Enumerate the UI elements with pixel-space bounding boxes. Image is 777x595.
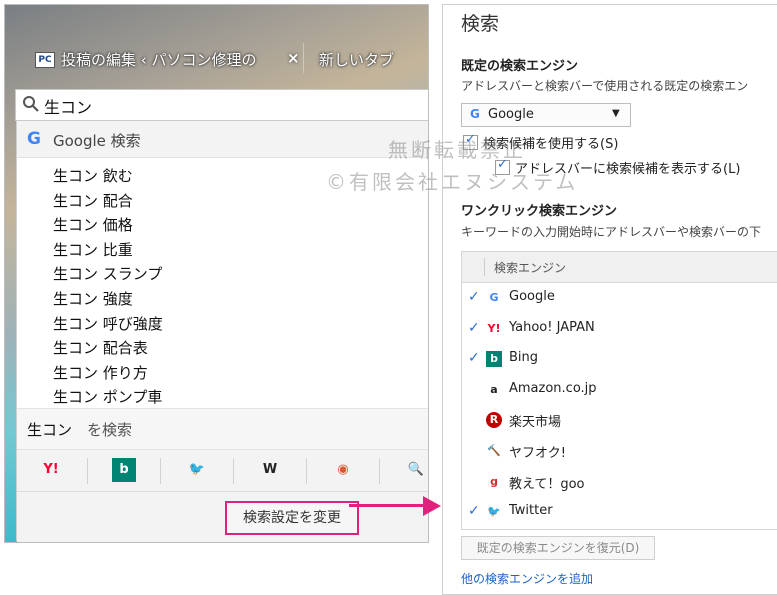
column-header-engine[interactable]: 検索エンジン [494, 259, 566, 276]
engine-row[interactable]: g 教えて！goo [462, 468, 777, 498]
engine-name: Yahoo! JAPAN [509, 319, 595, 335]
change-settings-bar: 検索設定を変更 [17, 491, 428, 542]
engine-logo-icon: g [490, 474, 498, 488]
engine-row[interactable]: 🔨 ヤフオク! [462, 437, 777, 467]
duckduckgo-icon[interactable]: ◉ [331, 458, 355, 482]
watermark-line-1: 無断転載禁止 [388, 138, 526, 162]
search-engine-icon[interactable]: 🔍 [404, 458, 428, 482]
google-search-label: Google 検索 [53, 132, 141, 150]
default-engine-value: Google [488, 107, 534, 122]
pc-favicon-icon: PC [35, 52, 55, 68]
google-logo-icon: G [27, 129, 41, 149]
suggestion-item[interactable]: 生コン 強度 [53, 288, 133, 309]
suggestion-item[interactable]: 生コン 作り方 [53, 362, 148, 383]
engine-row[interactable]: ✓ G Google [462, 284, 777, 314]
engine-row[interactable]: ✓ 🐦 Twitter [462, 498, 777, 528]
engine-checked-icon[interactable]: ✓ [468, 350, 480, 366]
wikipedia-icon[interactable]: W [258, 458, 282, 482]
close-tab-icon[interactable]: × [287, 49, 300, 67]
search-for-suffix: を検索 [87, 421, 133, 439]
suggestion-item[interactable]: 生コン ポンプ車 [53, 386, 162, 407]
suggestion-item[interactable]: 生コン 配合 [53, 190, 133, 211]
engine-logo-icon: G [489, 291, 499, 304]
engine-separator [160, 458, 161, 484]
twitter-icon[interactable]: 🐦 [185, 458, 209, 482]
engine-separator [306, 458, 307, 484]
engine-logo-icon: 🔨 [487, 444, 501, 457]
engine-name: Twitter [509, 503, 553, 519]
engine-name: 楽天市場 [509, 415, 562, 431]
address-input-value[interactable]: 生コン [44, 94, 92, 118]
engine-checked-icon[interactable]: ✓ [468, 320, 480, 336]
engine-logo-icon: a [490, 382, 498, 396]
one-click-engine-bar: Y! b 🐦 W ◉ 🔍 [17, 449, 428, 492]
address-bar[interactable]: 生コン [15, 89, 428, 121]
search-icon [23, 96, 39, 112]
google-search-row[interactable]: G Google 検索 [17, 121, 428, 158]
add-more-engines-link[interactable]: 他の検索エンジンを追加 [461, 570, 593, 587]
engine-name: ヤフオク! [509, 446, 566, 461]
engine-logo-icon: 🐦 [487, 505, 501, 519]
engine-name: Google [509, 289, 555, 304]
engine-logo-icon: Y! [487, 321, 501, 335]
tab-new-tab[interactable]: 新しいタブ [319, 49, 394, 70]
suggestion-item[interactable]: 生コン スランプ [53, 263, 162, 284]
one-click-heading: ワンクリック検索エンジン [461, 204, 618, 219]
yahoo-icon[interactable]: Y! [39, 458, 63, 482]
table-header: 検索エンジン [462, 252, 777, 283]
suggestion-item[interactable]: 生コン 価格 [53, 214, 133, 235]
one-click-engine-table: 検索エンジン ✓ G Google ✓ Y! Yahoo! JAPAN ✓ b Bing a Ama… [461, 251, 777, 530]
one-click-description: キーワードの入力開始時にアドレスバーや検索バーの下 [461, 225, 762, 239]
engine-row[interactable]: ✓ Y! Yahoo! JAPAN [462, 315, 777, 345]
engine-name: Bing [509, 350, 539, 366]
engine-logo-icon: R [486, 412, 502, 429]
engine-separator [233, 458, 234, 484]
suggestion-item[interactable]: 生コン 呼び強度 [53, 313, 163, 334]
callout-arrow-line [349, 504, 423, 507]
engine-row[interactable]: R 楽天市場 [462, 406, 777, 436]
default-engine-select[interactable]: G Google ▼ [461, 103, 631, 127]
default-engine-heading: 既定の検索エンジン [461, 59, 579, 74]
tab-edit-post[interactable]: PC 投稿の編集 ‹ パソコン修理の × [19, 43, 304, 73]
engine-name: Amazon.co.jp [509, 380, 597, 396]
google-logo-icon: G [470, 107, 480, 121]
dropdown-caret-icon: ▼ [612, 108, 620, 119]
default-engine-description: アドレスバーと検索バーで使用される既定の検索エン [461, 79, 749, 93]
bing-icon[interactable]: b [112, 458, 136, 482]
engine-name: 教えて！goo [509, 476, 585, 492]
change-search-settings-button[interactable]: 検索設定を変更 [225, 501, 359, 535]
search-for-query: 生コン [27, 421, 73, 439]
engine-checked-icon[interactable]: ✓ [468, 503, 480, 519]
suggestion-item[interactable]: 生コン 配合表 [53, 337, 148, 358]
search-settings-panel: 検索 既定の検索エンジン アドレスバーと検索バーで使用される既定の検索エン G … [442, 4, 777, 595]
engine-row[interactable]: a Amazon.co.jp [462, 376, 777, 406]
tab-title: 投稿の編集 ‹ パソコン修理の [61, 51, 257, 69]
page-title: 検索 [461, 13, 500, 35]
suggestion-item[interactable]: 生コン 飲む [53, 165, 133, 186]
engine-logo-icon: b [486, 351, 502, 368]
watermark-line-2: ©有限会社エヌシステム [326, 170, 579, 194]
engine-separator [379, 458, 380, 484]
browser-window: PC 投稿の編集 ‹ パソコン修理の × 新しいタブ 生コン G Google … [4, 4, 429, 543]
suggestion-item[interactable]: 生コン 比重 [53, 239, 133, 260]
engine-checked-icon[interactable]: ✓ [468, 289, 480, 305]
restore-default-engines-button[interactable]: 既定の検索エンジンを復元(D) [461, 536, 655, 560]
callout-arrow-head [423, 496, 441, 516]
engine-row[interactable]: ✓ b Bing [462, 345, 777, 375]
engine-separator [87, 458, 88, 484]
column-divider [484, 258, 485, 276]
search-for-row[interactable]: 生コン を検索 [17, 408, 428, 449]
